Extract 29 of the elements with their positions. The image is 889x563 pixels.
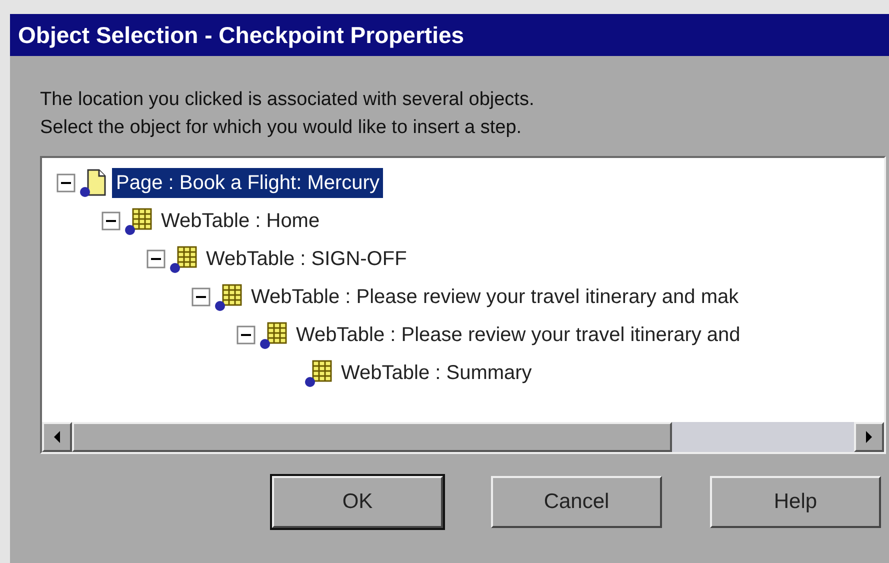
page-icon	[78, 168, 108, 198]
tree-item[interactable]: WebTable : SIGN-OFF	[202, 244, 411, 274]
scroll-left-button[interactable]	[42, 422, 72, 452]
window-title: Object Selection - Checkpoint Properties	[10, 14, 889, 56]
tree-item[interactable]: WebTable : Please review your travel itinerary and mak	[247, 282, 743, 312]
table-icon	[123, 206, 153, 236]
collapse-toggle[interactable]	[146, 249, 166, 269]
tree-item[interactable]: WebTable : Home	[157, 206, 324, 236]
dialog-button[interactable]: OK	[272, 476, 443, 528]
tree-item[interactable]: WebTable : Please review your travel itinerary and	[292, 320, 744, 350]
table-icon	[213, 282, 243, 312]
table-icon	[303, 358, 333, 388]
left-arrow-icon	[53, 431, 61, 443]
collapse-toggle[interactable]	[236, 325, 256, 345]
scroll-right-button[interactable]	[854, 422, 884, 452]
right-arrow-icon	[865, 431, 873, 443]
horizontal-scrollbar[interactable]	[42, 422, 884, 452]
table-icon	[168, 244, 198, 274]
dialog-button[interactable]: Cancel	[491, 476, 662, 528]
scrollbar-thumb[interactable]	[72, 422, 672, 452]
tree-item[interactable]: Page : Book a Flight: Mercury	[112, 168, 384, 198]
dialog-button[interactable]: Help	[710, 476, 881, 528]
table-icon	[258, 320, 288, 350]
collapse-toggle[interactable]	[191, 287, 211, 307]
instruction-text: Select the object for which you would like to insert a step.	[40, 116, 522, 140]
instruction-text: The location you clicked is associated with several objects.	[40, 88, 534, 112]
collapse-toggle[interactable]	[56, 173, 76, 193]
collapse-toggle[interactable]	[101, 211, 121, 231]
tree-item[interactable]: WebTable : Summary	[337, 358, 536, 388]
